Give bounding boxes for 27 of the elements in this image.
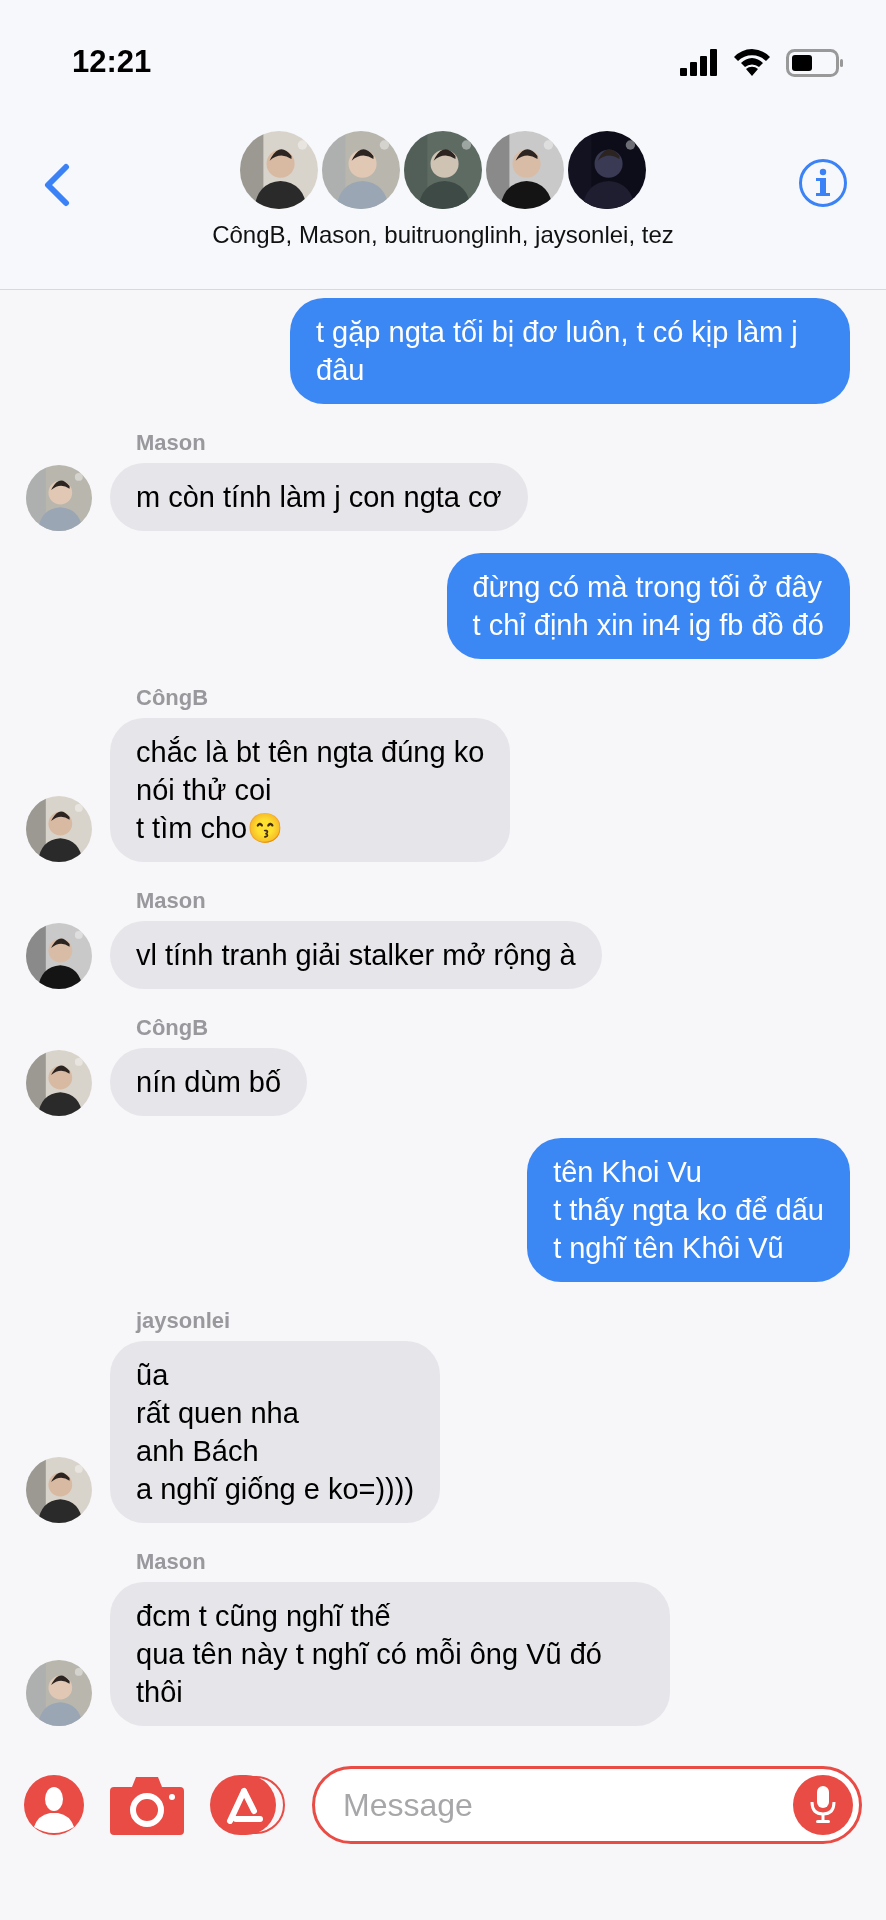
back-button[interactable] [42, 163, 70, 207]
message-bubble: đcm t cũng nghĩ thế qua tên này t nghĩ có mỗi ông Vũ đó thôi [110, 1582, 670, 1726]
sender-name: Mason [136, 1548, 206, 1576]
message-bubble: vl tính tranh giải stalker mở rộng à [110, 921, 602, 989]
contacts-button[interactable] [24, 1775, 84, 1835]
wifi-icon [734, 49, 770, 76]
message-bubble: nín dùm bố [110, 1048, 308, 1116]
signal-icon [680, 49, 718, 76]
message-bubble: đừng có mà trong tối ở đây t chỉ định xin in4 ig fb đồ đó [446, 553, 850, 659]
participants-label: CôngB, Mason, buitruonglinh, jaysonlei, tez [211, 220, 675, 250]
message-field[interactable]: Message [312, 1766, 862, 1844]
message-bubble: chắc là bt tên ngta đúng ko nói thử coi t tìm cho😙 [110, 718, 511, 862]
message-bubble: ũa rất quen nha anh Bách a nghĩ giống e ko=)))) [110, 1341, 441, 1523]
battery-icon [786, 48, 844, 77]
message-bubble: t gặp ngta tối bị đơ luôn, t có kịp làm j đâu [290, 298, 850, 404]
message-bubble: tên Khoi Vu t thấy ngta ko để dấu t nghĩ tên Khôi Vũ [527, 1138, 850, 1282]
apps-button[interactable] [210, 1775, 286, 1835]
sender-name: jaysonlei [136, 1307, 231, 1335]
sender-name: Mason [136, 887, 206, 915]
info-button[interactable] [798, 158, 848, 208]
sender-name: CôngB [136, 1014, 209, 1042]
microphone-button[interactable] [793, 1775, 853, 1835]
status-time: 12:21 [72, 43, 152, 82]
sender-name: Mason [136, 429, 206, 457]
message-bubble: m còn tính làm j con ngta cơ [110, 463, 528, 531]
sender-name: CôngB [136, 684, 209, 712]
camera-button[interactable] [110, 1775, 184, 1835]
